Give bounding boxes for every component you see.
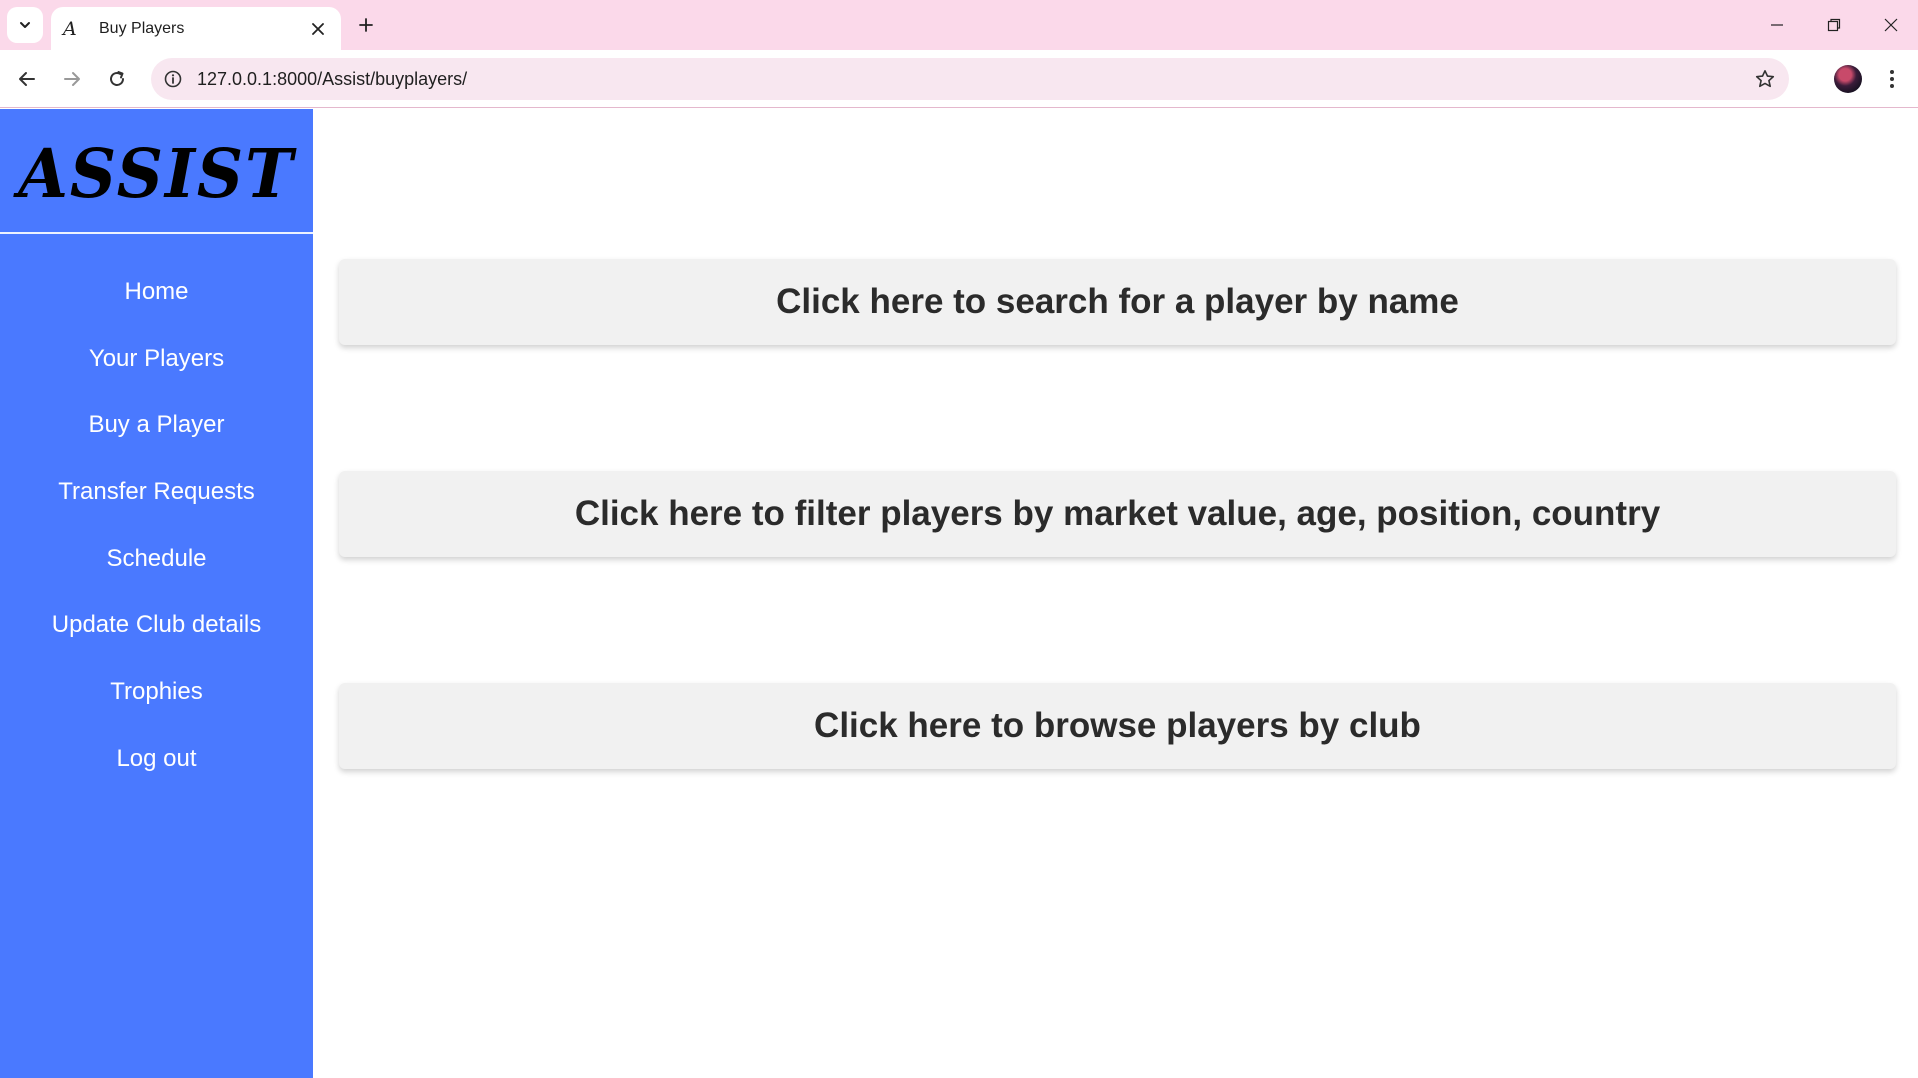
- site-info-button[interactable]: [161, 67, 185, 91]
- sidebar-item-buy-a-player[interactable]: Buy a Player: [0, 407, 313, 474]
- info-icon: [164, 70, 182, 88]
- sidebar: ASSIST Home Your Players Buy a Player Tr…: [0, 109, 313, 1078]
- tab-favicon: A: [63, 17, 77, 40]
- address-bar[interactable]: 127.0.0.1:8000/Assist/buyplayers/: [151, 58, 1789, 100]
- forward-button[interactable]: [56, 63, 88, 95]
- sidebar-item-log-out[interactable]: Log out: [0, 741, 313, 808]
- arrow-right-icon: [64, 72, 80, 86]
- browser-toolbar: 127.0.0.1:8000/Assist/buyplayers/: [0, 50, 1918, 108]
- chevron-down-icon: [20, 22, 30, 28]
- sidebar-item-your-players[interactable]: Your Players: [0, 341, 313, 408]
- url-text[interactable]: 127.0.0.1:8000/Assist/buyplayers/: [197, 69, 467, 90]
- close-icon: [312, 22, 324, 35]
- new-tab-button[interactable]: [352, 11, 380, 39]
- plus-icon: [359, 18, 373, 32]
- filter-players-button[interactable]: Click here to filter players by market v…: [339, 471, 1896, 557]
- arrow-left-icon: [19, 72, 35, 86]
- sidebar-divider: [0, 232, 313, 234]
- main-content: Click here to search for a player by nam…: [313, 109, 1918, 1078]
- sidebar-nav: Home Your Players Buy a Player Transfer …: [0, 274, 313, 808]
- more-vert-icon: [1890, 70, 1894, 88]
- sidebar-item-transfer-requests[interactable]: Transfer Requests: [0, 474, 313, 541]
- close-window-button[interactable]: [1871, 10, 1911, 40]
- tab-title: Buy Players: [99, 19, 185, 37]
- minimize-button[interactable]: [1757, 10, 1797, 40]
- tab-search-button[interactable]: [7, 7, 43, 43]
- sidebar-item-trophies[interactable]: Trophies: [0, 674, 313, 741]
- reload-button[interactable]: [101, 63, 133, 95]
- minimize-icon: [1771, 24, 1783, 26]
- browser-tab[interactable]: A Buy Players: [51, 7, 341, 50]
- close-icon: [1884, 18, 1898, 32]
- back-button[interactable]: [11, 63, 43, 95]
- restore-icon: [1827, 18, 1841, 32]
- browser-tab-strip: A Buy Players: [0, 0, 1918, 50]
- restore-button[interactable]: [1814, 10, 1854, 40]
- browse-by-club-button[interactable]: Click here to browse players by club: [339, 683, 1896, 769]
- search-by-name-button[interactable]: Click here to search for a player by nam…: [339, 259, 1896, 345]
- sidebar-item-update-club-details[interactable]: Update Club details: [0, 607, 313, 674]
- profile-avatar[interactable]: [1834, 65, 1862, 93]
- browser-menu-button[interactable]: [1880, 63, 1904, 95]
- bookmark-button[interactable]: [1753, 67, 1777, 91]
- reload-icon: [110, 71, 124, 86]
- sidebar-item-home[interactable]: Home: [0, 274, 313, 341]
- tab-close-button[interactable]: [307, 18, 329, 40]
- star-icon: [1755, 70, 1775, 88]
- sidebar-item-schedule[interactable]: Schedule: [0, 541, 313, 608]
- app-logo[interactable]: ASSIST: [0, 135, 313, 214]
